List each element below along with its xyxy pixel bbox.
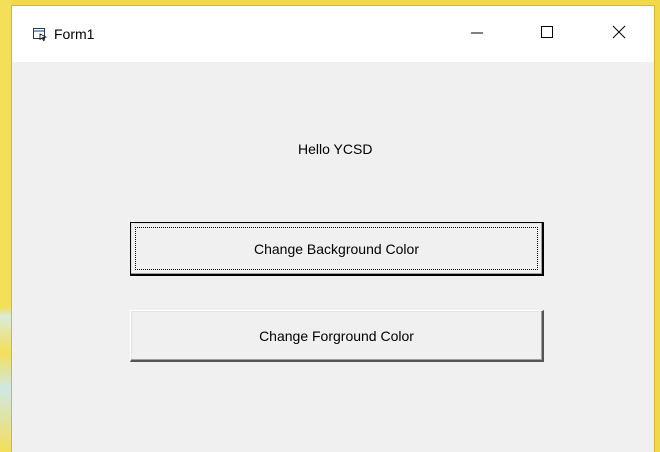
title-bar[interactable]: Form1 [12,6,654,62]
close-icon [612,25,626,44]
minimize-icon [470,25,484,44]
close-button[interactable] [584,6,654,62]
form-icon [32,27,48,42]
window-title: Form1 [54,26,95,42]
form-client-area: Hello YCSD Change Background Color Chang… [12,62,654,452]
maximize-button[interactable] [512,6,582,62]
change-background-color-label: Change Background Color [254,240,419,257]
change-foreground-color-button[interactable]: Change Forground Color [130,310,544,362]
change-background-color-button[interactable]: Change Background Color [130,222,544,276]
form-window: Form1 Hello YCSD Change Background Color… [11,5,655,452]
maximize-icon [540,25,554,44]
minimize-button[interactable] [442,6,512,62]
change-foreground-color-label: Change Forground Color [259,327,414,344]
hello-label: Hello YCSD [298,141,373,157]
